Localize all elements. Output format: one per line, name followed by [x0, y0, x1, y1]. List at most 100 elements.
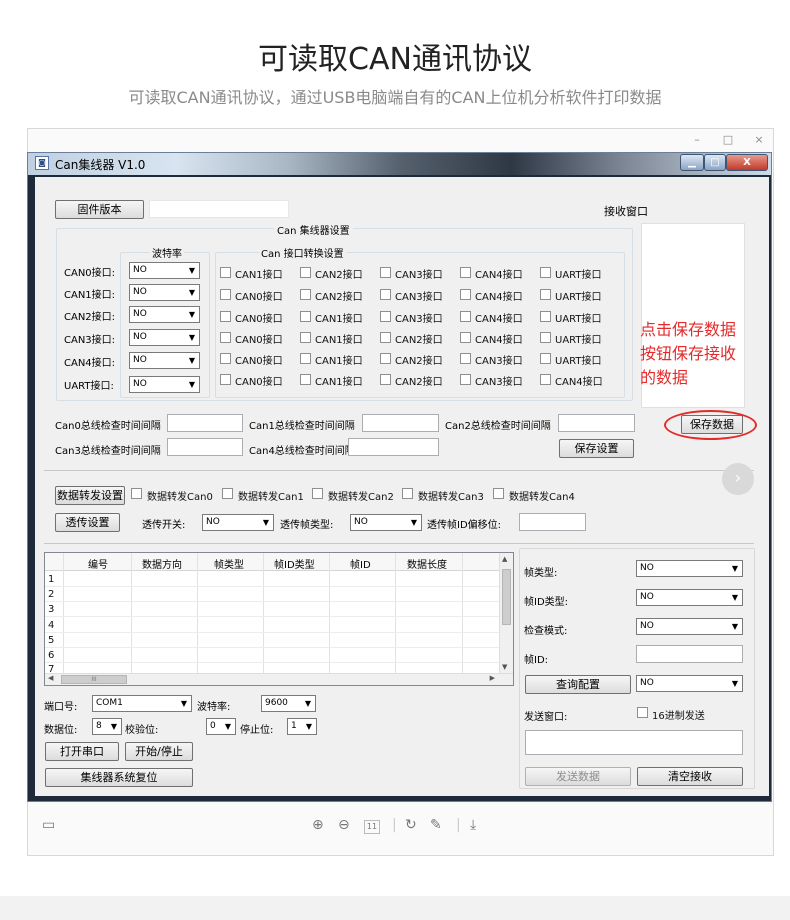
open-port-button[interactable]: 打开串口 [45, 742, 119, 761]
can3-interval-input[interactable] [167, 438, 243, 456]
next-page-button[interactable]: › [722, 463, 754, 495]
can2-baud-select[interactable]: NO [129, 306, 200, 323]
parity-select[interactable]: 0 [206, 718, 236, 735]
can2-to-can0-checkbox[interactable] [220, 311, 231, 322]
query-config-select[interactable]: NO [636, 675, 743, 692]
frame-id-type-select[interactable]: NO [636, 589, 743, 606]
grid-column-header[interactable]: 编号 [88, 556, 108, 571]
forward-can0-checkbox[interactable] [131, 488, 142, 499]
forward-can2-checkbox[interactable] [312, 488, 323, 499]
can1-to-can0-checkbox[interactable] [220, 289, 231, 300]
hex-send-checkbox[interactable] [637, 707, 648, 718]
grid-column-header[interactable]: 数据长度 [407, 556, 447, 571]
minimize-button[interactable]: ▁ [680, 154, 704, 171]
can3-to-can4-checkbox[interactable] [460, 332, 471, 343]
scroll-down-arrow-icon[interactable]: ▼ [502, 663, 507, 671]
save-settings-button[interactable]: 保存设置 [559, 439, 634, 458]
stopbits-select[interactable]: 1 [287, 718, 317, 735]
thumbnail-icon[interactable]: ▭ [42, 817, 55, 833]
databits-select[interactable]: 8 [92, 718, 122, 735]
serial-baud-select[interactable]: 9600 [261, 695, 316, 712]
uart-to-can0-checkbox[interactable] [220, 374, 231, 385]
forward-settings-button[interactable]: 数据转发设置 [55, 486, 125, 505]
can2-to-can4-checkbox[interactable] [460, 311, 471, 322]
table-row[interactable] [45, 572, 499, 587]
clear-receive-button[interactable]: 清空接收 [637, 767, 743, 786]
can1-to-can3-checkbox[interactable] [380, 289, 391, 300]
can0-baud-select[interactable]: NO [129, 262, 200, 279]
viewer-maximize-button[interactable]: □ [721, 133, 735, 146]
zoom-in-icon[interactable]: ⊕ [312, 817, 324, 833]
can1-to-uart-checkbox[interactable] [540, 289, 551, 300]
can3-baud-select[interactable]: NO [129, 329, 200, 346]
can4-to-can0-checkbox[interactable] [220, 353, 231, 364]
can3-to-can0-checkbox[interactable] [220, 332, 231, 343]
can4-to-uart-checkbox[interactable] [540, 353, 551, 364]
can0-to-can2-checkbox[interactable] [300, 267, 311, 278]
uart-to-can4-checkbox[interactable] [540, 374, 551, 385]
frame-id-input[interactable] [636, 645, 743, 663]
table-row[interactable] [45, 587, 499, 602]
can4-interval-input[interactable] [348, 438, 439, 456]
can1-baud-select[interactable]: NO [129, 284, 200, 301]
passthrough-settings-button[interactable]: 透传设置 [55, 513, 120, 532]
send-data-button[interactable]: 发送数据 [525, 767, 631, 786]
send-window-input[interactable] [525, 730, 743, 755]
can3-to-uart-checkbox[interactable] [540, 332, 551, 343]
forward-can4-checkbox[interactable] [493, 488, 504, 499]
uart-to-can2-checkbox[interactable] [380, 374, 391, 385]
firmware-version-field[interactable] [149, 200, 289, 218]
uart-to-can3-checkbox[interactable] [460, 374, 471, 385]
grid-column-header[interactable]: 帧ID类型 [274, 556, 315, 571]
table-row[interactable] [45, 633, 499, 648]
can2-to-can3-checkbox[interactable] [380, 311, 391, 322]
firmware-version-button[interactable]: 固件版本 [55, 200, 144, 219]
can4-baud-select[interactable]: NO [129, 352, 200, 369]
maximize-button[interactable]: □ [704, 154, 726, 171]
page-number-box[interactable]: 11 [364, 820, 380, 834]
grid-horizontal-scrollbar[interactable]: ◀ III ▶ [45, 673, 513, 685]
can0-to-can3-checkbox[interactable] [380, 267, 391, 278]
can1-to-can2-checkbox[interactable] [300, 289, 311, 300]
can4-to-can3-checkbox[interactable] [460, 353, 471, 364]
scroll-left-arrow-icon[interactable]: ◀ [48, 674, 53, 682]
table-row[interactable] [45, 618, 499, 633]
can2-to-uart-checkbox[interactable] [540, 311, 551, 322]
can3-to-can2-checkbox[interactable] [380, 332, 391, 343]
can0-to-can4-checkbox[interactable] [460, 267, 471, 278]
viewer-minimize-button[interactable]: – [690, 133, 704, 146]
can0-interval-input[interactable] [167, 414, 243, 432]
can3-to-can1-checkbox[interactable] [300, 332, 311, 343]
uart-baud-select[interactable]: NO [129, 376, 200, 393]
rotate-icon[interactable]: ↻ [405, 817, 417, 833]
forward-can3-checkbox[interactable] [402, 488, 413, 499]
scroll-thumb[interactable]: III [61, 675, 127, 684]
can0-to-can1-checkbox[interactable] [220, 267, 231, 278]
close-button[interactable]: X [726, 154, 768, 171]
uart-to-can1-checkbox[interactable] [300, 374, 311, 385]
can1-interval-input[interactable] [362, 414, 439, 432]
can0-to-uart-checkbox[interactable] [540, 267, 551, 278]
download-icon[interactable]: ⤓ [470, 817, 476, 833]
grid-column-header[interactable]: 数据方向 [142, 556, 182, 571]
forward-can1-checkbox[interactable] [222, 488, 233, 499]
passthrough-frame-type-select[interactable]: NO [350, 514, 422, 531]
can4-to-can1-checkbox[interactable] [300, 353, 311, 364]
can2-interval-input[interactable] [558, 414, 635, 432]
port-select[interactable]: COM1 [92, 695, 192, 712]
viewer-close-button[interactable]: × [752, 133, 766, 146]
zoom-out-icon[interactable]: ⊖ [338, 817, 350, 833]
check-mode-select[interactable]: NO [636, 618, 743, 635]
grid-vertical-scrollbar[interactable]: ▲ ▼ [499, 553, 513, 673]
grid-column-header[interactable]: 帧类型 [214, 556, 244, 571]
scroll-right-arrow-icon[interactable]: ▶ [490, 674, 495, 682]
table-row[interactable] [45, 602, 499, 617]
can2-to-can1-checkbox[interactable] [300, 311, 311, 322]
passthrough-switch-select[interactable]: NO [202, 514, 274, 531]
edit-pen-icon[interactable]: ✎ [430, 817, 442, 833]
hub-reset-button[interactable]: 集线器系统复位 [45, 768, 193, 787]
query-config-button[interactable]: 查询配置 [525, 675, 631, 694]
frame-type-select[interactable]: NO [636, 560, 743, 577]
scroll-thumb[interactable] [502, 569, 511, 625]
start-stop-button[interactable]: 开始/停止 [125, 742, 193, 761]
